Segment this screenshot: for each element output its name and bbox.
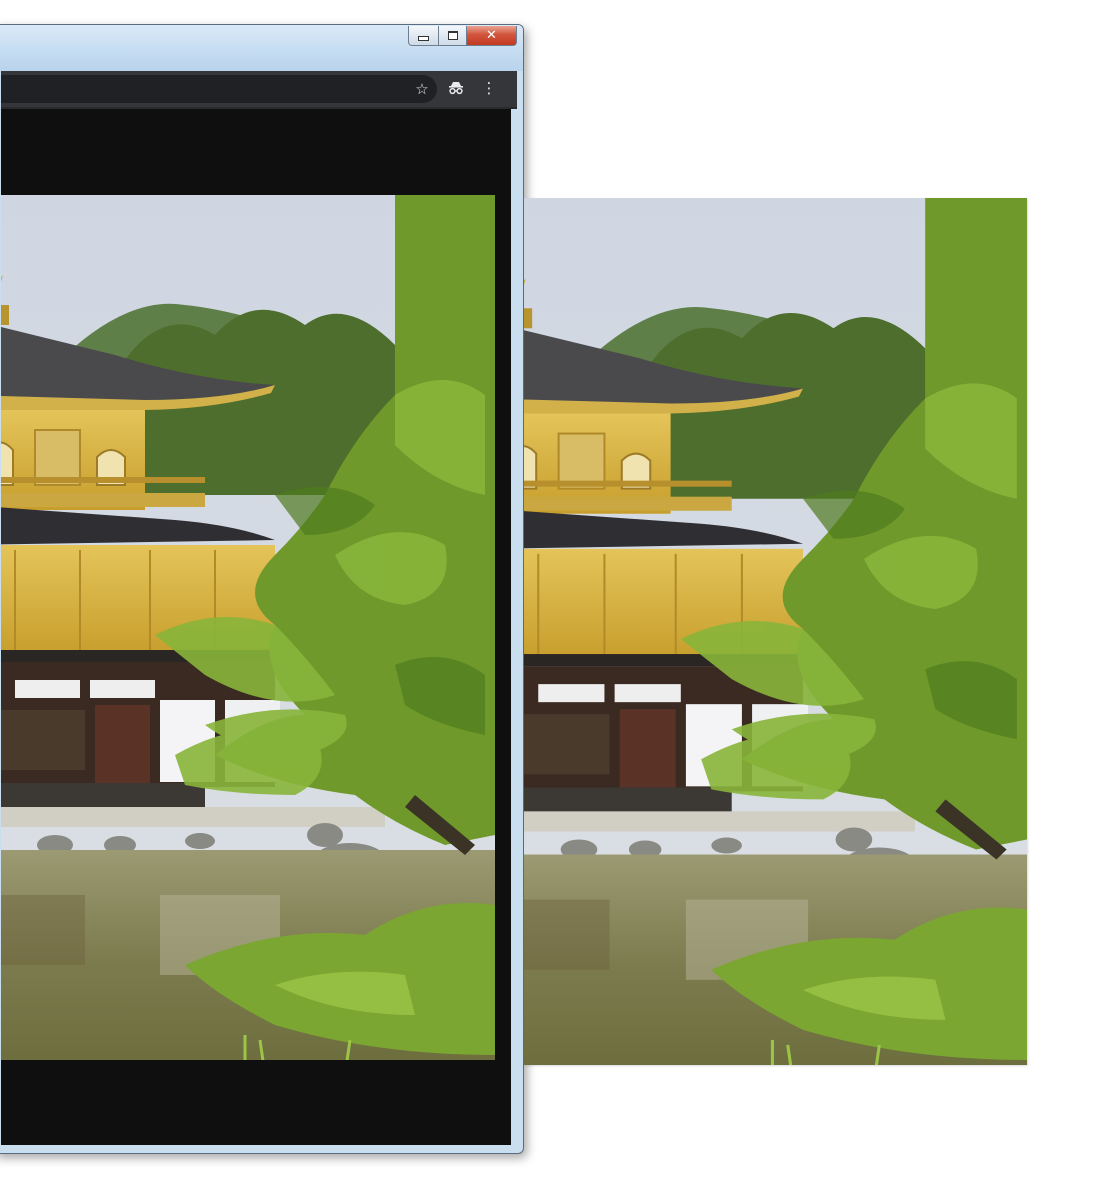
close-icon: ✕	[486, 28, 497, 43]
title-bar[interactable]: ✕	[0, 25, 523, 71]
star-icon[interactable]: ☆	[411, 78, 433, 100]
image-viewer-content	[1, 109, 511, 1145]
window-controls: ✕	[408, 26, 517, 46]
browser-window: ✕ ☆ ⋮	[0, 24, 524, 1154]
golden-pavilion-photo-copy	[524, 198, 1027, 1065]
kebab-menu-icon[interactable]: ⋮	[478, 77, 500, 99]
maximize-button[interactable]	[439, 26, 467, 46]
golden-pavilion-photo	[1, 195, 495, 1060]
maximize-icon	[447, 31, 458, 40]
address-bar[interactable]: ☆	[1, 75, 437, 103]
incognito-icon[interactable]	[445, 77, 467, 99]
minimize-button[interactable]	[408, 26, 439, 46]
browser-toolbar: ☆ ⋮	[1, 71, 517, 109]
minimize-icon	[418, 36, 429, 41]
close-button[interactable]: ✕	[467, 26, 517, 46]
